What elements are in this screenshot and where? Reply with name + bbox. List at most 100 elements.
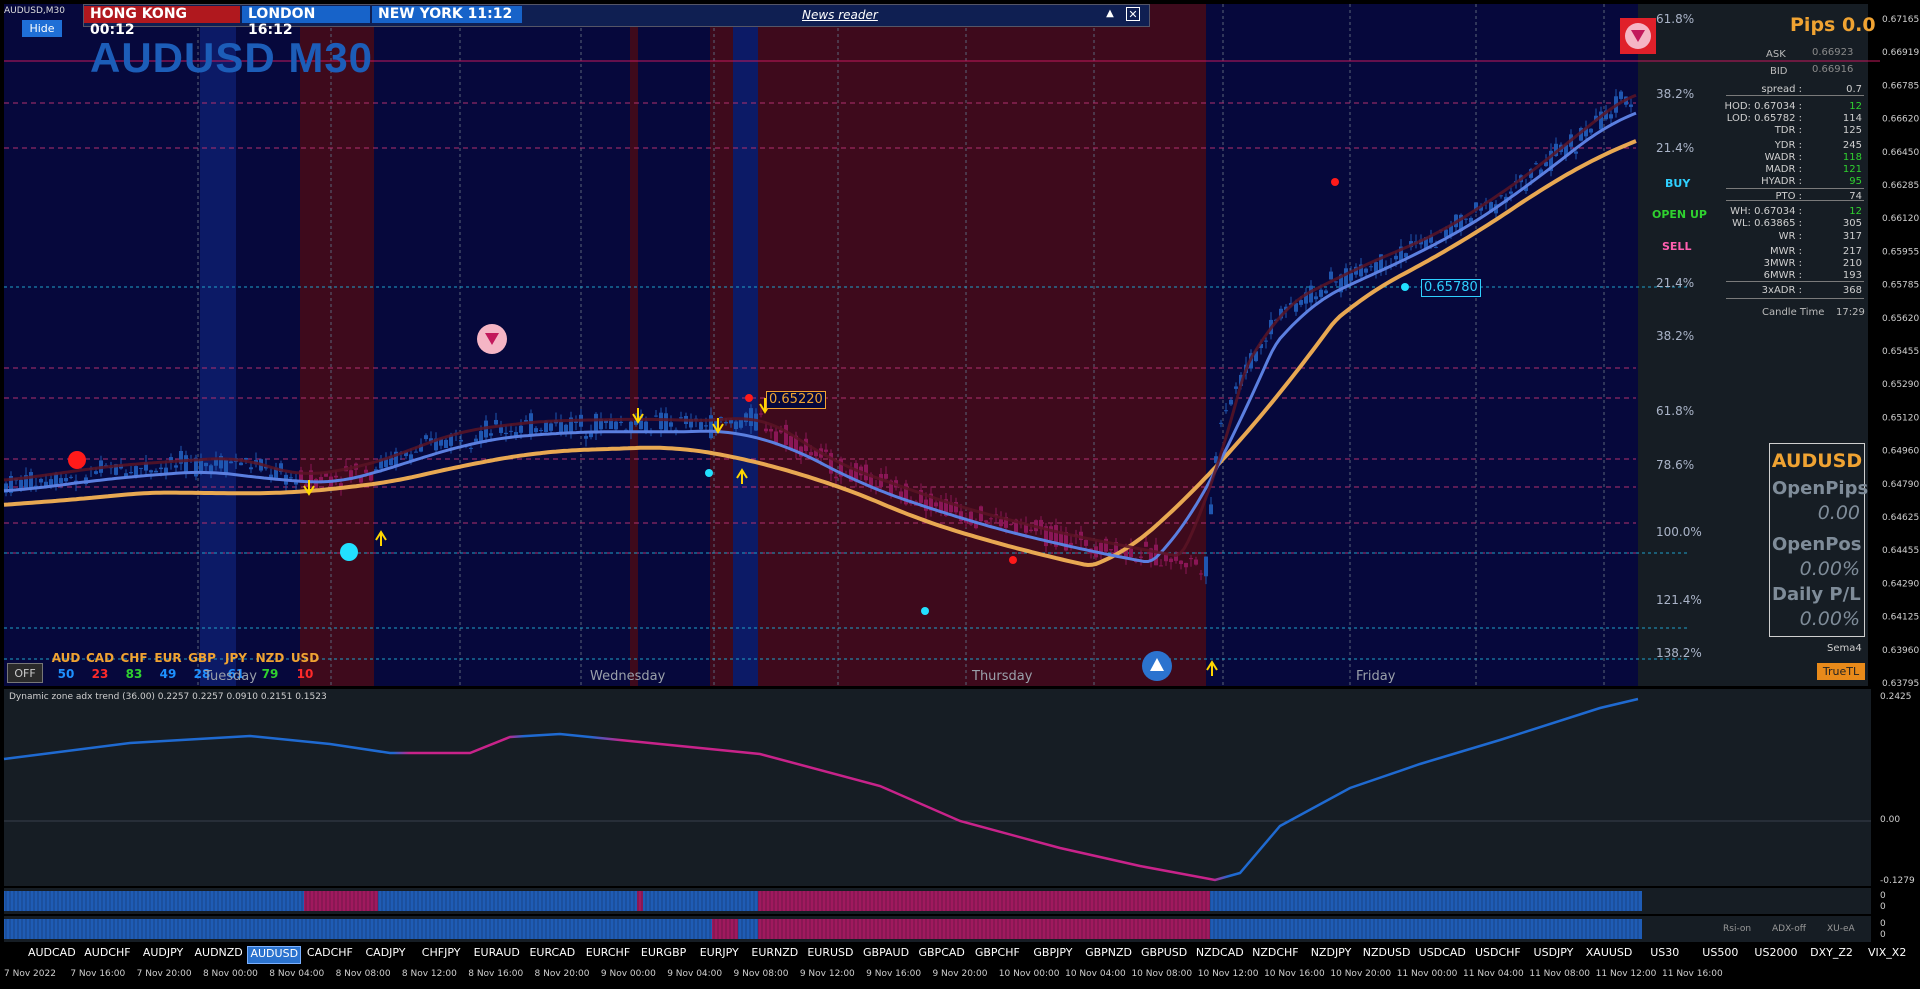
price-label: 0.66285 (1882, 181, 1919, 191)
stat-label: HYADR : (1761, 176, 1802, 187)
price-label: 0.63795 (1882, 679, 1919, 689)
symbol-button-us500[interactable]: US500 (1694, 946, 1748, 964)
candle-body (734, 421, 738, 430)
time-axis-label: 9 Nov 04:00 (667, 969, 723, 979)
symbol-button-chfjpy[interactable]: CHFJPY (414, 946, 468, 964)
candle-body (1464, 218, 1468, 220)
symbol-button-nzdcad[interactable]: NZDCAD (1193, 946, 1247, 964)
symbol-button-eurchf[interactable]: EURCHF (581, 946, 635, 964)
symbol-button-audnzd[interactable]: AUDNZD (192, 946, 246, 964)
symbol-button-nzdchf[interactable]: NZDCHF (1249, 946, 1303, 964)
symbol-button-audcad[interactable]: AUDCAD (25, 946, 79, 964)
candle-body (69, 476, 73, 478)
candle-body (764, 428, 768, 432)
pips-header: Pips 0.0 (1790, 14, 1876, 36)
time-axis-label: 8 Nov 08:00 (335, 969, 391, 979)
stat-row: MADR : 121 (1726, 164, 1864, 176)
symbol-button-gbpnzd[interactable]: GBPNZD (1082, 946, 1136, 964)
session-band-red (630, 4, 638, 686)
news-reader-link[interactable]: News reader (802, 8, 878, 22)
candle-body (749, 408, 753, 427)
price-label: 0.66120 (1882, 214, 1919, 224)
symbol-button-us2000[interactable]: US2000 (1749, 946, 1803, 964)
candle-body (739, 419, 743, 428)
stat-label: WADR : (1764, 152, 1802, 163)
time-axis-label: 8 Nov 00:00 (202, 969, 258, 979)
signal-dot (745, 394, 753, 402)
symbol-button-us30[interactable]: US30 (1638, 946, 1692, 964)
symbol-button-gbpchf[interactable]: GBPCHF (971, 946, 1025, 964)
symbol-button-gbpaud[interactable]: GBPAUD (859, 946, 913, 964)
ask-value: 0.66923 (1812, 47, 1854, 58)
symbol-button-cadjpy[interactable]: CADJPY (359, 946, 413, 964)
candle-body (1204, 556, 1208, 577)
adx-toggle[interactable]: ADX-off (1772, 924, 1806, 934)
candle-body (499, 427, 503, 433)
stat-row: YDR : 245 (1726, 140, 1864, 152)
stat-row: WH: 0.67034 : 12 (1726, 206, 1864, 218)
price-label: 0.65620 (1882, 314, 1919, 324)
price-label: 0.66450 (1882, 148, 1919, 158)
price-label: 0.64790 (1882, 480, 1919, 490)
symbol-button-eurnzd[interactable]: EURNZD (748, 946, 802, 964)
symbol-button-gbpusd[interactable]: GBPUSD (1137, 946, 1191, 964)
candle-body (824, 449, 828, 452)
symbol-button-audchf[interactable]: AUDCHF (81, 946, 135, 964)
chart-canvas[interactable]: 0.67165 0.66919 0.66785 0.66620 0.66450 0.662… (0, 0, 1920, 989)
time-axis-label: 10 Nov 20:00 (1330, 969, 1392, 979)
price-tag-mid: 0.65780 (1421, 279, 1481, 297)
symbol-button-eurusd[interactable]: EURUSD (804, 946, 858, 964)
hide-button[interactable]: Hide (22, 20, 62, 37)
sell-signal[interactable]: SELL (1662, 240, 1691, 253)
candle-body (1314, 296, 1318, 300)
stat-value: 95 (1849, 176, 1862, 187)
candle-body (1229, 399, 1233, 405)
symbol-button-cadchf[interactable]: CADCHF (303, 946, 357, 964)
ask-label: ASK (1766, 49, 1786, 60)
symbol-button-gbpjpy[interactable]: GBPJPY (1026, 946, 1080, 964)
symbol-button-eurcad[interactable]: EURCAD (526, 946, 580, 964)
off-button[interactable]: OFF (7, 663, 43, 683)
rsi-toggle[interactable]: Rsi-on (1723, 924, 1751, 934)
symbol-button-xauusd[interactable]: XAUUSD (1582, 946, 1636, 964)
symbol-button-nzdjpy[interactable]: NZDJPY (1304, 946, 1358, 964)
fib-level-label: 21.4% (1656, 276, 1694, 290)
candle-body (1109, 549, 1113, 551)
close-icon[interactable]: ✕ (1126, 7, 1140, 21)
day-label: Friday (1356, 669, 1396, 684)
symbol-button-usdcad[interactable]: USDCAD (1415, 946, 1469, 964)
strip-segment (643, 891, 758, 911)
currency-code: CHF (120, 651, 148, 665)
day-label: Wednesday (590, 669, 666, 684)
xu-toggle[interactable]: XU-eA (1827, 924, 1855, 934)
candle-body (94, 471, 98, 474)
symbol-button-nzdusd[interactable]: NZDUSD (1360, 946, 1414, 964)
currency-code: CAD (85, 651, 115, 665)
fib-level-label: 61.8% (1656, 404, 1694, 418)
candle-body (1609, 114, 1613, 119)
symbol-button-eurgbp[interactable]: EURGBP (637, 946, 691, 964)
symbol-button-euraud[interactable]: EURAUD (470, 946, 524, 964)
candle-body (1329, 271, 1333, 280)
symbol-button-audusd[interactable]: AUDUSD (247, 946, 302, 964)
daily-pl-label: Daily P/L (1772, 584, 1861, 605)
collapse-icon[interactable]: ▲ (1103, 7, 1117, 21)
stat-value: 12 (1849, 206, 1862, 217)
symbol-button-audjpy[interactable]: AUDJPY (136, 946, 190, 964)
stat-value: 245 (1842, 140, 1862, 151)
session-band-red (710, 4, 733, 686)
symbol-button-dxy_z2[interactable]: DXY_Z2 (1805, 946, 1859, 964)
time-axis-label: 8 Nov 16:00 (468, 969, 524, 979)
stat-label: 3xADR : (1761, 285, 1802, 296)
symbol-button-usdchf[interactable]: USDCHF (1471, 946, 1525, 964)
buy-signal[interactable]: BUY (1665, 177, 1690, 190)
symbol-button-usdjpy[interactable]: USDJPY (1527, 946, 1581, 964)
symbol-button-vix_x2[interactable]: VIX_X2 (1860, 946, 1914, 964)
truetl-button[interactable]: TrueTL (1817, 663, 1865, 680)
symbol-button-gbpcad[interactable]: GBPCAD (915, 946, 969, 964)
currency-value: 23 (91, 667, 109, 681)
symbol-button-eurjpy[interactable]: EURJPY (692, 946, 746, 964)
open-up-signal[interactable]: OPEN UP (1652, 208, 1707, 221)
candle-body (1324, 290, 1328, 294)
session-new-york: NEW YORK 11:12 (372, 6, 522, 23)
